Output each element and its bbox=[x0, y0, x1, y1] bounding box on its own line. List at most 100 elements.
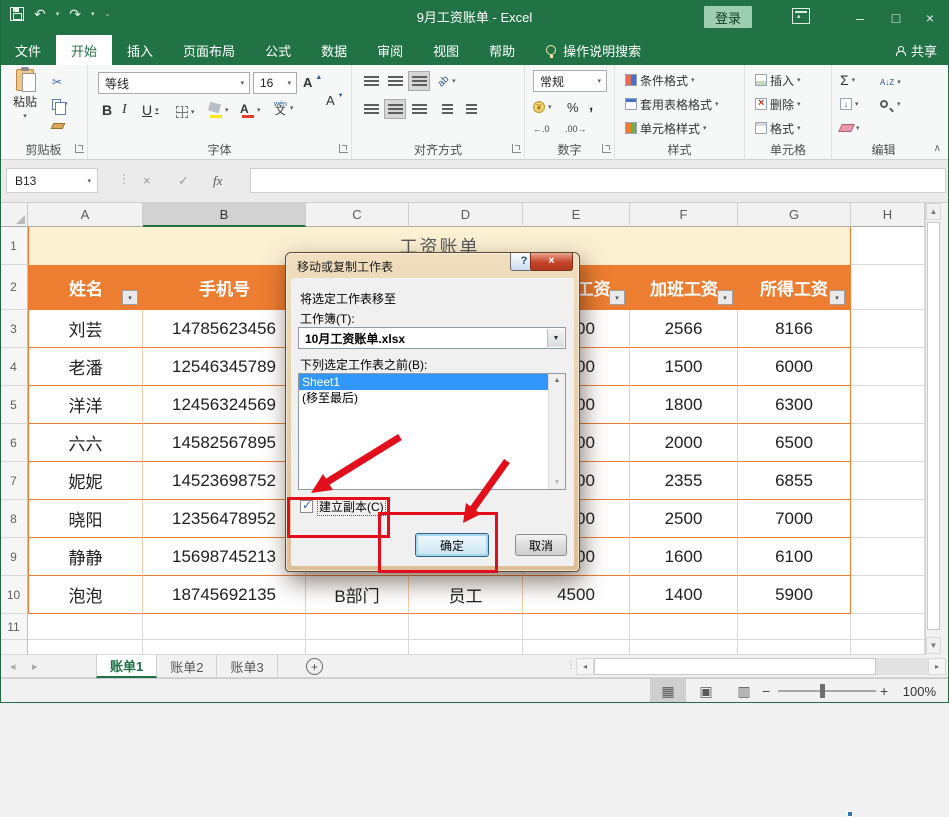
clipboard-dialog-launcher-icon[interactable] bbox=[75, 144, 84, 153]
decrease-indent-button[interactable] bbox=[436, 99, 458, 119]
redo-icon[interactable]: ↷ bbox=[69, 7, 81, 21]
cell-H6[interactable] bbox=[851, 424, 925, 462]
cell-H1[interactable] bbox=[851, 227, 925, 265]
table-header-0[interactable]: 姓名▾ bbox=[28, 265, 143, 310]
number-dialog-launcher-icon[interactable] bbox=[602, 144, 611, 153]
row-header-partial[interactable] bbox=[0, 640, 28, 655]
insert-cells-button[interactable]: 插入▾ bbox=[755, 71, 801, 89]
table-cell-r6c0[interactable]: 六六 bbox=[28, 424, 143, 462]
row-header-1[interactable]: 1 bbox=[0, 227, 28, 265]
table-cell-r10c5[interactable]: 1400 bbox=[630, 576, 738, 614]
table-header-1[interactable]: 手机号▾ bbox=[143, 265, 306, 310]
empty-cell-partial-c5[interactable] bbox=[630, 640, 738, 655]
row-header-5[interactable]: 5 bbox=[0, 386, 28, 424]
format-cells-button[interactable]: 格式▾ bbox=[755, 119, 801, 137]
row-header-9[interactable]: 9 bbox=[0, 538, 28, 576]
zoom-in-button[interactable]: + bbox=[880, 679, 888, 703]
table-cell-r3c6[interactable]: 8166 bbox=[738, 310, 851, 348]
sheet-tab-账单1[interactable]: 账单1 bbox=[96, 655, 157, 678]
table-cell-r6c5[interactable]: 2000 bbox=[630, 424, 738, 462]
table-cell-r4c1[interactable]: 12546345789 bbox=[143, 348, 306, 386]
page-layout-view-button[interactable]: ▣ bbox=[688, 679, 724, 703]
increase-decimal-button[interactable]: ←.0 bbox=[533, 120, 550, 138]
fill-button[interactable]: ↓▾ bbox=[840, 95, 859, 113]
cell-H4[interactable] bbox=[851, 348, 925, 386]
paste-button[interactable]: 粘贴 ▾ bbox=[5, 69, 45, 137]
maximize-button[interactable]: □ bbox=[879, 0, 913, 35]
table-cell-r10c6[interactable]: 5900 bbox=[738, 576, 851, 614]
table-cell-r9c6[interactable]: 6100 bbox=[738, 538, 851, 576]
menu-tab-4[interactable]: 公式 bbox=[250, 35, 306, 65]
workbook-combobox[interactable]: 10月工资账单.xlsx ▼ bbox=[298, 327, 566, 349]
cell-H5[interactable] bbox=[851, 386, 925, 424]
table-cell-r4c6[interactable]: 6000 bbox=[738, 348, 851, 386]
list-scroll-up-icon[interactable]: ▲ bbox=[549, 377, 565, 384]
table-cell-r8c1[interactable]: 12356478952 bbox=[143, 500, 306, 538]
name-box[interactable]: B13▾ bbox=[6, 168, 98, 193]
fill-color-button[interactable]: ▾ bbox=[208, 101, 229, 119]
font-dialog-launcher-icon[interactable] bbox=[339, 144, 348, 153]
accounting-format-button[interactable]: ¥▾ bbox=[533, 98, 552, 116]
zoom-slider-handle[interactable] bbox=[820, 684, 825, 698]
table-header-5[interactable]: 加班工资▾ bbox=[630, 265, 738, 310]
table-cell-r7c0[interactable]: 妮妮 bbox=[28, 462, 143, 500]
table-cell-r10c0[interactable]: 泡泡 bbox=[28, 576, 143, 614]
align-center-button[interactable] bbox=[384, 99, 406, 119]
format-painter-button[interactable] bbox=[52, 117, 64, 135]
table-cell-r3c1[interactable]: 14785623456 bbox=[143, 310, 306, 348]
font-size-combobox[interactable]: 16▾ bbox=[253, 72, 297, 94]
empty-cell-r11c6[interactable] bbox=[738, 614, 851, 640]
cut-button[interactable]: ✂ bbox=[52, 73, 62, 91]
table-cell-r6c6[interactable]: 6500 bbox=[738, 424, 851, 462]
menu-tab-6[interactable]: 审阅 bbox=[362, 35, 418, 65]
normal-view-button[interactable]: ▦ bbox=[650, 679, 686, 703]
table-cell-r7c6[interactable]: 6855 bbox=[738, 462, 851, 500]
table-cell-r9c1[interactable]: 15698745213 bbox=[143, 538, 306, 576]
empty-cell-partial-c0[interactable] bbox=[28, 640, 143, 655]
orientation-button[interactable]: ab▾ bbox=[438, 72, 456, 90]
menu-tab-2[interactable]: 插入 bbox=[112, 35, 168, 65]
comma-style-button[interactable]: , bbox=[589, 96, 593, 114]
conditional-formatting-button[interactable]: 条件格式▾ bbox=[625, 71, 695, 89]
table-cell-r5c6[interactable]: 6300 bbox=[738, 386, 851, 424]
percent-style-button[interactable]: % bbox=[567, 98, 579, 116]
menu-tab-0[interactable]: 文件 bbox=[0, 35, 56, 65]
zoom-out-button[interactable]: − bbox=[762, 679, 770, 703]
redo-caret-icon[interactable]: ▾ bbox=[91, 10, 95, 18]
table-cell-r10c4[interactable]: 4500 bbox=[523, 576, 630, 614]
save-icon[interactable] bbox=[10, 7, 24, 21]
menu-tab-1[interactable]: 开始 bbox=[56, 35, 112, 65]
bold-button[interactable]: B bbox=[102, 101, 112, 119]
sheet-tab-账单3[interactable]: 账单3 bbox=[217, 655, 277, 678]
customize-qat-icon[interactable]: ⌄ bbox=[105, 10, 111, 18]
table-cell-r4c5[interactable]: 1500 bbox=[630, 348, 738, 386]
column-header-D[interactable]: D bbox=[409, 203, 523, 227]
dialog-close-button[interactable]: × bbox=[530, 253, 573, 271]
font-name-combobox[interactable]: 等线▾ bbox=[98, 72, 250, 94]
filter-button-0[interactable]: ▾ bbox=[122, 290, 138, 305]
table-cell-r5c0[interactable]: 洋洋 bbox=[28, 386, 143, 424]
empty-cell-partial-c7[interactable] bbox=[851, 640, 925, 655]
table-cell-r5c5[interactable]: 1800 bbox=[630, 386, 738, 424]
filter-button-6[interactable]: ▾ bbox=[829, 290, 845, 305]
table-cell-r3c0[interactable]: 刘芸 bbox=[28, 310, 143, 348]
autosum-button[interactable]: Σ▾ bbox=[840, 71, 855, 89]
undo-caret-icon[interactable]: ▾ bbox=[56, 10, 60, 18]
align-right-button[interactable] bbox=[408, 99, 430, 119]
table-cell-r10c2[interactable]: B部门 bbox=[306, 576, 409, 614]
table-cell-r8c0[interactable]: 晓阳 bbox=[28, 500, 143, 538]
find-select-button[interactable]: ▾ bbox=[880, 95, 901, 113]
new-sheet-button[interactable]: + bbox=[306, 658, 323, 675]
cell-H8[interactable] bbox=[851, 500, 925, 538]
cell-H2[interactable] bbox=[851, 265, 925, 310]
sheet-tab-账单2[interactable]: 账单2 bbox=[157, 655, 217, 678]
confirm-entry-icon[interactable]: ✓ bbox=[178, 168, 189, 193]
empty-cell-r11c2[interactable] bbox=[306, 614, 409, 640]
table-cell-r9c5[interactable]: 1600 bbox=[630, 538, 738, 576]
filter-button-5[interactable]: ▾ bbox=[717, 290, 733, 305]
empty-cell-partial-c2[interactable] bbox=[306, 640, 409, 655]
row-header-7[interactable]: 7 bbox=[0, 462, 28, 500]
sheet-listbox[interactable]: Sheet1(移至最后) ▲ ▼ bbox=[298, 373, 566, 490]
tab-nav-right-icon[interactable]: ▸ bbox=[32, 655, 38, 678]
minimize-button[interactable]: – bbox=[843, 0, 877, 35]
